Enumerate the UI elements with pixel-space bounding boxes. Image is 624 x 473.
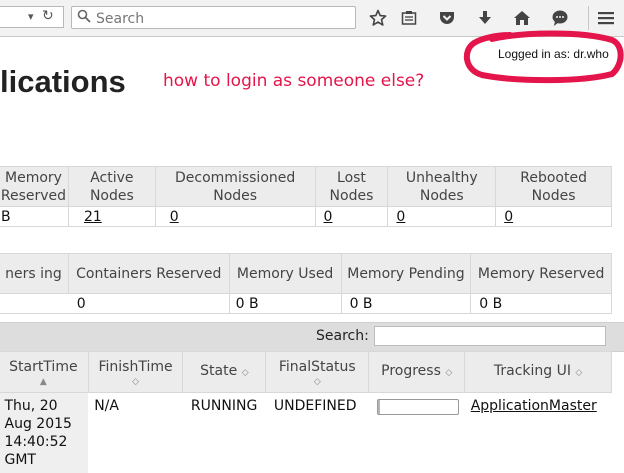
- sort-icon: ◇: [445, 368, 452, 378]
- col-memory-reserved: Memory Reserved: [471, 254, 612, 294]
- col-state[interactable]: State ◇: [183, 352, 266, 393]
- annotation-text: how to login as someone else?: [163, 71, 424, 91]
- browser-search-input[interactable]: [94, 9, 353, 28]
- col-finish-time-label: FinishTime: [99, 359, 173, 375]
- containers-reserved-value: 0: [77, 296, 86, 312]
- col-memory-used: Memory Used: [229, 254, 341, 294]
- table-row: Thu, 20 Aug 2015 14:40:52 GMT N/A RUNNIN…: [0, 393, 612, 473]
- logged-in-area: Logged in as: dr.who: [462, 30, 624, 84]
- apps-search-input[interactable]: [374, 326, 606, 346]
- memory-pending-value: 0 B: [341, 294, 471, 314]
- col-start-time[interactable]: StartTime ▲: [0, 352, 88, 393]
- browser-search-box[interactable]: [71, 6, 356, 29]
- toolbar-separator: [588, 6, 589, 30]
- col-tracking-ui[interactable]: Tracking UI ◇: [465, 352, 612, 393]
- sort-ascending-icon: ▲: [3, 377, 84, 387]
- col-start-time-label: StartTime: [9, 359, 77, 375]
- col-unhealthy-nodes: Unhealthy Nodes: [388, 167, 496, 207]
- col-progress[interactable]: Progress ◇: [369, 352, 465, 393]
- active-nodes-link[interactable]: 21: [84, 209, 102, 225]
- application-master-link[interactable]: ApplicationMaster: [471, 398, 597, 414]
- tracking-ui-cell: ApplicationMaster: [465, 393, 612, 473]
- col-rebooted-nodes: Rebooted Nodes: [496, 167, 612, 207]
- reading-list-icon[interactable]: [398, 7, 420, 29]
- col-decommissioned-nodes: Decommissioned Nodes: [155, 167, 315, 207]
- col-active-nodes: Active Nodes: [68, 167, 155, 207]
- chat-icon[interactable]: [549, 7, 571, 29]
- col-containers-reserved: Containers Reserved: [68, 254, 229, 294]
- col-final-status[interactable]: FinalStatus ◇: [266, 352, 369, 393]
- url-bar[interactable]: ▾ ↻: [0, 6, 64, 28]
- final-status-cell: UNDEFINED: [266, 393, 369, 473]
- menu-icon[interactable]: [595, 7, 617, 29]
- lost-nodes-link[interactable]: 0: [324, 209, 333, 225]
- col-progress-label: Progress: [381, 363, 441, 379]
- state-cell: RUNNING: [183, 393, 266, 473]
- star-icon[interactable]: [367, 7, 389, 29]
- pocket-icon[interactable]: [436, 7, 458, 29]
- col-finish-time[interactable]: FinishTime ◇: [88, 352, 183, 393]
- scheduler-metrics-table: ners ing Containers Reserved Memory Used…: [0, 253, 612, 314]
- sort-icon: ◇: [575, 368, 582, 378]
- logged-in-label: Logged in as: dr.who: [498, 47, 609, 61]
- col-lost-nodes: Lost Nodes: [315, 167, 388, 207]
- col-memory-reserved: Memory Reserved: [0, 167, 68, 207]
- download-icon[interactable]: [474, 7, 496, 29]
- sort-icon: ◇: [242, 368, 249, 378]
- col-tracking-ui-label: Tracking UI: [494, 363, 571, 379]
- unhealthy-nodes-link[interactable]: 0: [396, 209, 405, 225]
- cluster-metrics-table: Memory Reserved Active Nodes Decommissio…: [0, 166, 612, 227]
- progress-bar: [377, 399, 459, 415]
- page-title: lications: [0, 64, 126, 100]
- decommissioned-nodes-link[interactable]: 0: [170, 209, 179, 225]
- memory-reserved-value: 0 B: [471, 294, 612, 314]
- apps-search-bar: Search:: [0, 322, 624, 352]
- col-containers-pending: ners ing: [0, 254, 68, 294]
- finish-time-cell: N/A: [88, 393, 183, 473]
- memory-reserved-value: B: [0, 207, 68, 227]
- reload-icon[interactable]: ↻: [42, 8, 54, 24]
- progress-fill: [378, 400, 380, 414]
- search-icon: [77, 9, 91, 27]
- url-dropdown-icon[interactable]: ▾: [28, 10, 34, 23]
- col-final-status-label: FinalStatus: [279, 359, 356, 375]
- applications-table: StartTime ▲ FinishTime ◇ State ◇ FinalStat…: [0, 351, 612, 473]
- progress-cell: [369, 393, 465, 473]
- memory-used-value: 0 B: [229, 294, 341, 314]
- home-icon[interactable]: [511, 7, 533, 29]
- rebooted-nodes-link[interactable]: 0: [504, 209, 513, 225]
- start-time-cell: Thu, 20 Aug 2015 14:40:52 GMT: [0, 393, 88, 473]
- sort-icon: ◇: [270, 377, 364, 387]
- sort-icon: ◇: [93, 377, 179, 387]
- search-label: Search:: [316, 328, 369, 344]
- col-memory-pending: Memory Pending: [341, 254, 471, 294]
- col-state-label: State: [200, 363, 237, 379]
